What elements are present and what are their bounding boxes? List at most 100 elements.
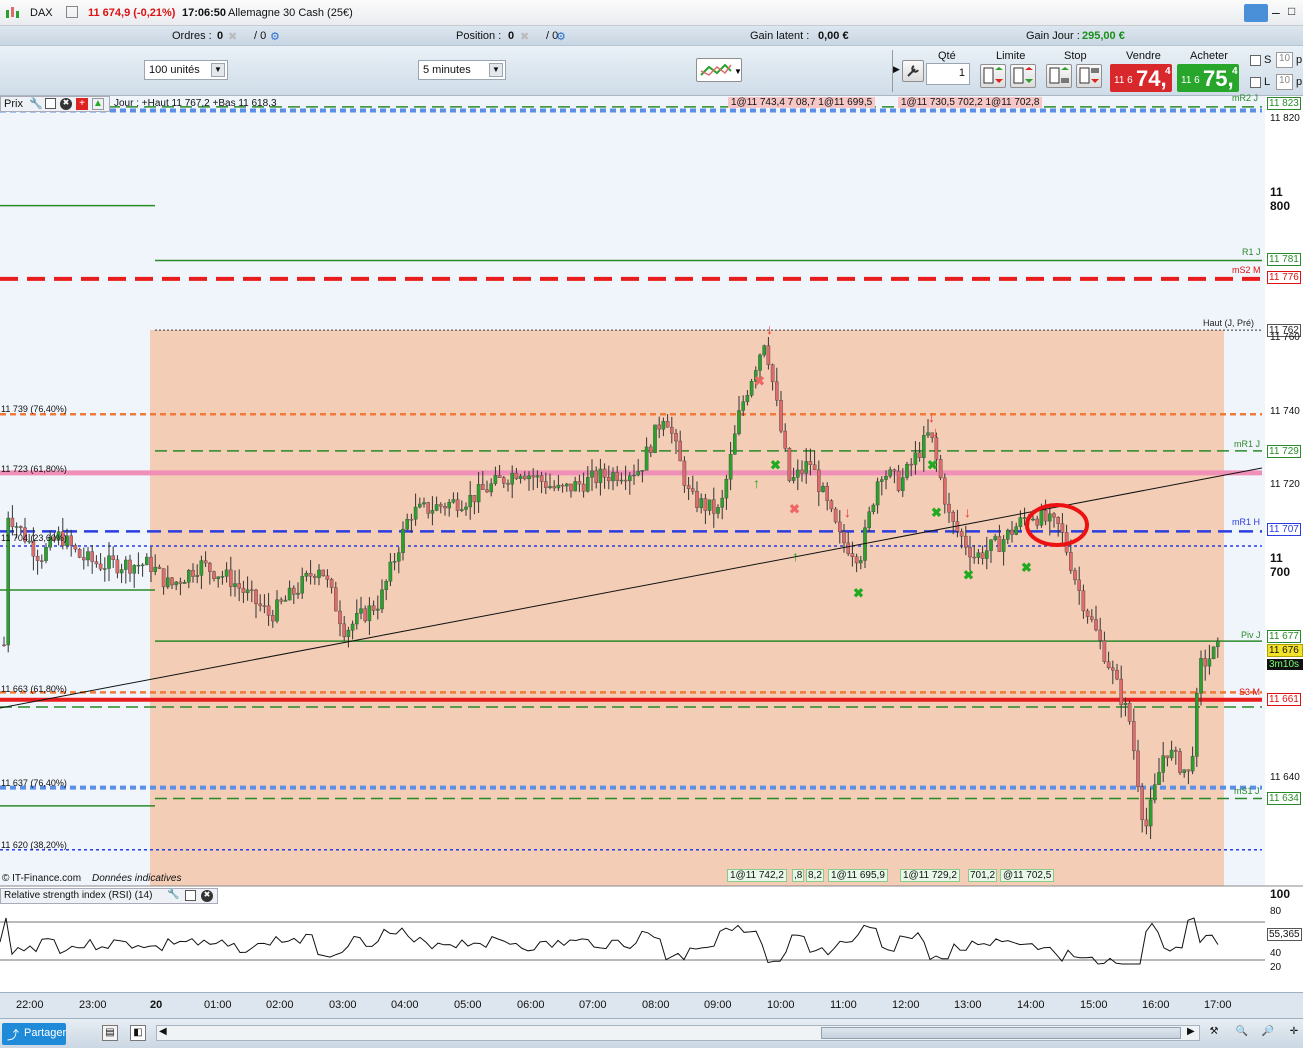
candle-body bbox=[649, 446, 653, 453]
candle-body bbox=[1089, 616, 1094, 620]
units-select[interactable]: 100 unités ▼ bbox=[144, 60, 228, 80]
candle-body bbox=[191, 570, 195, 577]
orders-settings-icon[interactable]: ⚙ bbox=[270, 30, 280, 43]
wrench-icon[interactable]: 🔧 bbox=[29, 97, 43, 110]
s-points-input[interactable]: 10 bbox=[1276, 52, 1293, 68]
close-icon[interactable]: ✖ bbox=[60, 98, 72, 110]
order-label[interactable]: ,8 bbox=[792, 869, 805, 882]
time-tick: 10:00 bbox=[767, 999, 795, 1011]
share-button[interactable]: ⤴ Partager bbox=[2, 1023, 66, 1045]
candle-body bbox=[371, 605, 376, 611]
scroll-left-icon[interactable]: ◀ bbox=[159, 1026, 167, 1037]
trade-arrow-icon: ↓ bbox=[932, 424, 939, 440]
candle-body bbox=[670, 426, 674, 434]
add-icon[interactable]: + bbox=[76, 98, 88, 110]
order-label[interactable]: 1@11 729,2 bbox=[900, 869, 960, 882]
buy-button[interactable]: 11 6 75, 4 bbox=[1177, 64, 1239, 92]
candle-body bbox=[430, 510, 435, 514]
candle-body bbox=[615, 472, 619, 482]
order-label[interactable]: 1@11 742,2 bbox=[727, 869, 787, 882]
candle-body bbox=[224, 569, 229, 577]
candle-body bbox=[1157, 772, 1161, 785]
candle-body bbox=[292, 587, 296, 595]
sell-button[interactable]: 11 6 74, 4 bbox=[1110, 64, 1172, 92]
window-icon[interactable] bbox=[185, 890, 196, 901]
time-tick: 13:00 bbox=[954, 999, 982, 1011]
candle-body bbox=[535, 475, 540, 478]
candle-body bbox=[392, 560, 397, 563]
scroll-right-icon[interactable]: ▶ bbox=[1187, 1026, 1195, 1037]
position-settings-icon[interactable]: ⚙ bbox=[556, 30, 566, 43]
candle-body bbox=[523, 475, 527, 480]
candle-body bbox=[447, 502, 452, 509]
close-position-icon[interactable]: ✖ bbox=[520, 30, 529, 43]
timeframe-select[interactable]: 5 minutes ▼ bbox=[418, 60, 506, 80]
limit-sell-icon[interactable] bbox=[1010, 64, 1036, 88]
level-value: 11 707 bbox=[1267, 523, 1301, 536]
scroll-thumb[interactable] bbox=[821, 1027, 1181, 1039]
candle-body bbox=[611, 472, 615, 482]
candle-body bbox=[1110, 667, 1115, 671]
maximize-icon[interactable]: □ bbox=[1288, 4, 1295, 18]
window-menu-icon[interactable] bbox=[1244, 4, 1268, 22]
crosshair-icon[interactable]: ✛ bbox=[1286, 1025, 1302, 1041]
order-label[interactable]: 701,2 bbox=[968, 869, 998, 882]
orders-total: / 0 bbox=[254, 30, 267, 42]
wrench-icon[interactable]: 🔧 bbox=[167, 889, 179, 900]
candle-body bbox=[1182, 769, 1186, 773]
info-icon[interactable] bbox=[66, 6, 78, 18]
order-label-top-left[interactable]: 1@11 743,4 7 08,7 1@11 699,5 bbox=[728, 97, 876, 108]
candle-body bbox=[1211, 646, 1216, 659]
minimize-icon[interactable]: – bbox=[1272, 4, 1280, 20]
candle-body bbox=[1014, 526, 1018, 535]
l-checkbox[interactable] bbox=[1250, 77, 1261, 88]
order-label-top-right[interactable]: 1@11 730,5 702,2 1@11 702,8 bbox=[898, 97, 1043, 108]
limit-buy-icon[interactable] bbox=[980, 64, 1006, 88]
candle-body bbox=[300, 576, 305, 594]
l-points-input[interactable]: 10 bbox=[1276, 74, 1293, 90]
up-arrow-icon[interactable]: ▲ bbox=[92, 98, 104, 110]
order-label[interactable]: @11 702,5 bbox=[1000, 869, 1055, 882]
axis-tick: 11 720 bbox=[1270, 479, 1300, 490]
window-icon[interactable] bbox=[45, 98, 56, 109]
stop-sell-icon[interactable] bbox=[1076, 64, 1102, 88]
zoom-fit-icon[interactable]: 🔍 bbox=[1234, 1025, 1250, 1041]
trade-cross-icon: ✖ bbox=[1021, 560, 1032, 575]
order-label[interactable]: 8,2 bbox=[806, 869, 824, 882]
candle-body bbox=[1043, 510, 1048, 522]
export-icon[interactable]: ▤ bbox=[102, 1025, 118, 1041]
price-chart[interactable]: ↓↑↑↓↓↓↓✖✖✖✖✖✖✖ ✖ bbox=[0, 96, 1303, 992]
candle-body bbox=[678, 440, 682, 462]
zoom-out-icon[interactable]: 🔎 bbox=[1260, 1025, 1276, 1041]
position-label: Position : bbox=[456, 30, 502, 42]
chart-type-button[interactable]: ▼ bbox=[696, 58, 742, 82]
layout-icon[interactable]: ◧ bbox=[130, 1025, 146, 1041]
candle-body bbox=[657, 424, 661, 430]
level-label: mR2 J bbox=[1232, 93, 1259, 103]
candle-body bbox=[1047, 513, 1052, 522]
instrument-name[interactable]: DAX bbox=[30, 7, 53, 19]
time-tick: 09:00 bbox=[704, 999, 732, 1011]
time-scrollbar[interactable]: ◀ ▶ bbox=[156, 1025, 1200, 1041]
close-icon[interactable]: ✖ bbox=[201, 890, 213, 902]
candle-body bbox=[321, 569, 326, 577]
chart-area[interactable]: ↓ ↑ ↑ ↓ ↓ ↓ ↓ ✖ ✖ ✖ ✖ ✖ ✖ ✖ ✖ Prix 🔧 ✖ + ▲ Jour : +Hau… bbox=[0, 93, 1303, 992]
l-unit: p bbox=[1296, 76, 1303, 88]
cancel-orders-icon[interactable]: ✖ bbox=[228, 30, 237, 43]
candle-body bbox=[174, 581, 179, 586]
candle-body bbox=[796, 469, 800, 478]
s-checkbox[interactable] bbox=[1250, 55, 1261, 66]
tools-icon[interactable]: ⚒ bbox=[1206, 1025, 1222, 1041]
candle-body bbox=[850, 553, 855, 557]
candle-body bbox=[409, 519, 414, 521]
candle-body bbox=[418, 503, 422, 508]
order-label[interactable]: 1@11 695,9 bbox=[828, 869, 888, 882]
expand-arrow-icon[interactable]: ▶ bbox=[893, 64, 900, 75]
wrench-icon[interactable] bbox=[902, 60, 924, 82]
time-tick: 01:00 bbox=[204, 999, 232, 1011]
qty-input[interactable]: 1 bbox=[926, 63, 970, 85]
candle-body bbox=[380, 589, 384, 610]
axis-tick: 11 740 bbox=[1270, 406, 1300, 417]
stop-buy-icon[interactable] bbox=[1046, 64, 1072, 88]
fib-label: 11 723 (61,80%) bbox=[1, 464, 67, 474]
